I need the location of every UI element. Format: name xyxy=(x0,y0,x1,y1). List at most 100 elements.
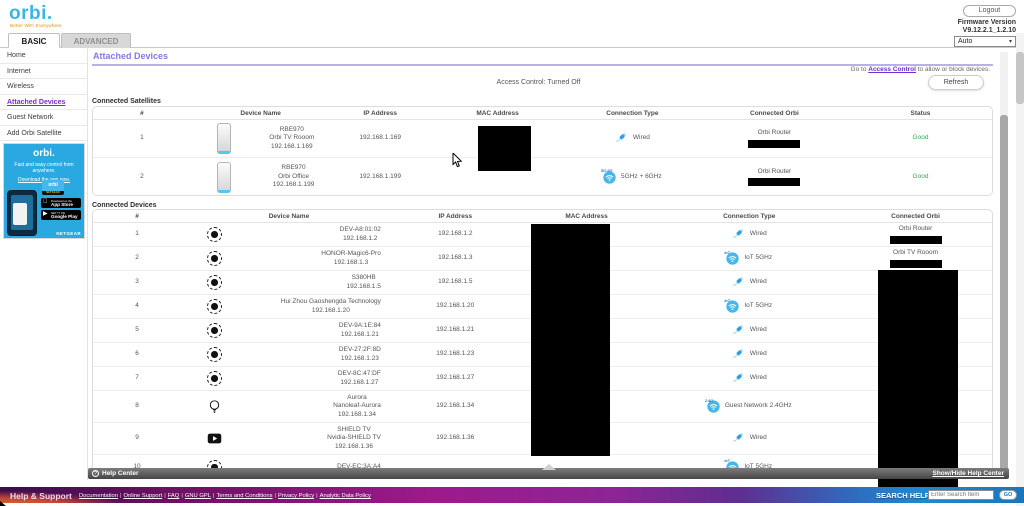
row-number: 1 xyxy=(93,230,181,239)
connection-type-cell: 5G-6G 5GHz + 6GHz xyxy=(565,171,700,184)
connection-type-label: Wired xyxy=(750,434,767,443)
footer-link[interactable]: Online Support xyxy=(124,493,163,499)
expand-arrow-icon[interactable] xyxy=(542,464,556,470)
media-player-icon xyxy=(207,431,222,446)
redaction-box xyxy=(878,270,958,495)
sidebar-item-home[interactable]: Home xyxy=(0,48,87,64)
ip-address: 192.168.1.169 xyxy=(330,134,430,143)
help-center-bar[interactable]: ? Help Center Show/Hide Help Center xyxy=(88,468,1009,479)
column-header: Device Name xyxy=(181,213,397,220)
sidebar: HomeInternetWirelessAttached DevicesGues… xyxy=(0,48,88,480)
device-name: DEV-A8:01:02192.168.1.2 xyxy=(340,226,381,243)
footer-link-divider: | xyxy=(164,493,166,499)
footer-link-divider: | xyxy=(275,493,277,499)
wired-icon xyxy=(732,372,745,385)
device-name: RBE970Orbi TV Rooom192.168.1.169 xyxy=(269,126,314,152)
table-row: 1 RBE970Orbi TV Rooom192.168.1.169 192.1… xyxy=(93,120,992,158)
footer-link[interactable]: GNU GPL xyxy=(185,493,211,499)
wired-icon xyxy=(732,348,745,361)
satellite-icon xyxy=(217,162,231,193)
access-control-status: Access Control: Turned Off xyxy=(88,79,989,86)
page-title: Attached Devices xyxy=(93,51,1000,61)
footer-link[interactable]: Documentation xyxy=(79,493,118,499)
sidebar-item-add-orbi-satellite[interactable]: Add Orbi Satellite xyxy=(0,126,87,142)
row-number: 4 xyxy=(93,302,181,311)
google-play-badge[interactable]: ▶ GET IT ON Google Play xyxy=(41,210,81,220)
page-scrollbar-thumb[interactable] xyxy=(1016,52,1024,104)
header: orbi. Better WiFi Everywhere Logout Firm… xyxy=(0,0,1024,33)
device-name: DEV-8C:47:DF192.168.1.27 xyxy=(338,370,381,387)
column-header: IP Address xyxy=(330,110,430,117)
device-name-cell: DEV-27:2F:8D192.168.1.23 xyxy=(181,343,397,366)
access-control-note: Go to Access Control to allow or block d… xyxy=(851,66,990,73)
wired-icon xyxy=(732,228,745,241)
phone-image xyxy=(7,190,37,236)
band-badge: 5G-6G xyxy=(601,167,612,176)
show-hide-help-link[interactable]: Show/Hide Help Center xyxy=(932,470,1004,477)
sidebar-item-attached-devices[interactable]: Attached Devices xyxy=(0,95,87,111)
connection-type-label: Wired xyxy=(750,278,767,287)
device-icon xyxy=(207,323,222,338)
row-number: 2 xyxy=(93,254,181,263)
band-badge: 2.4G xyxy=(705,397,713,406)
device-name: HONOR-Magic6-Pro192.168.1.3 xyxy=(321,250,381,267)
logout-button[interactable]: Logout xyxy=(963,5,1016,17)
satellites-table: #Device NameIP AddressMAC AddressConnect… xyxy=(92,106,993,196)
redaction-bar xyxy=(890,260,942,268)
device-name: S380HB192.168.1.5 xyxy=(347,274,381,291)
connection-type-cell: Wired xyxy=(659,348,839,361)
promo-orbi-logo: orbi. xyxy=(4,148,84,159)
connection-type-cell: Wired xyxy=(565,132,700,145)
ip-address: 192.168.1.21 xyxy=(397,326,514,335)
device-icon xyxy=(207,227,222,242)
bulb-icon xyxy=(207,399,222,414)
sidebar-nav: HomeInternetWirelessAttached DevicesGues… xyxy=(0,48,87,141)
wifi-icon: 2.4G xyxy=(707,400,720,413)
connected-orbi-cell: Orbi Router xyxy=(700,129,849,148)
netgear-brand: NETGEAR xyxy=(56,231,81,236)
access-control-link[interactable]: Access Control xyxy=(868,66,916,73)
footer-link-divider: | xyxy=(120,493,122,499)
footer-link[interactable]: Analytic Data Policy xyxy=(320,493,371,499)
footer-link[interactable]: Terms and Conditions xyxy=(216,493,272,499)
satellites-table-body: 1 RBE970Orbi TV Rooom192.168.1.169 192.1… xyxy=(93,120,992,196)
search-help-label: SEARCH HELP xyxy=(876,491,930,500)
app-store-badge[interactable]:  Download on the App Store xyxy=(41,198,81,208)
column-header: MAC Address xyxy=(514,213,660,220)
search-input[interactable] xyxy=(928,490,994,500)
connection-type-cell: Wired xyxy=(659,228,839,241)
tab-advanced[interactable]: ADVANCED xyxy=(61,33,131,48)
footer: Help & Support Documentation|Online Supp… xyxy=(0,487,1024,503)
footer-link[interactable]: Privacy Policy xyxy=(278,493,314,499)
column-header: IP Address xyxy=(397,213,514,220)
row-number: 7 xyxy=(93,374,181,383)
tab-basic[interactable]: BASIC xyxy=(8,33,60,48)
redaction-box xyxy=(531,224,610,456)
ip-address: 192.168.1.27 xyxy=(397,374,514,383)
row-number: 2 xyxy=(93,173,191,182)
ip-address: 192.168.1.2 xyxy=(397,230,514,239)
redaction-bar xyxy=(890,236,942,244)
footer-links: Documentation|Online Support|FAQ|GNU GPL… xyxy=(79,493,371,499)
apple-icon:  xyxy=(43,200,48,204)
column-header: # xyxy=(93,213,181,220)
connected-satellites-label: Connected Satellites xyxy=(92,98,161,105)
connection-type-label: Wired xyxy=(750,230,767,239)
column-header: Connected Orbi xyxy=(700,110,849,117)
sidebar-item-guest-network[interactable]: Guest Network xyxy=(0,110,87,126)
connection-type-cell: Wired xyxy=(659,432,839,445)
sidebar-item-wireless[interactable]: Wireless xyxy=(0,79,87,95)
help-icon: ? xyxy=(92,470,99,477)
connection-type-label: Wired xyxy=(750,326,767,335)
orbi-app-icon: orbi NETGEAR xyxy=(42,180,64,195)
footer-link[interactable]: FAQ xyxy=(168,493,180,499)
content-scrollbar-thumb[interactable] xyxy=(1000,115,1008,471)
go-button[interactable]: GO xyxy=(999,490,1017,500)
row-number: 8 xyxy=(93,402,181,411)
sidebar-item-internet[interactable]: Internet xyxy=(0,64,87,80)
connection-type-label: Guest Network 2.4GHz xyxy=(725,402,792,411)
device-icon xyxy=(207,251,222,266)
connection-type-cell: IoT IoT 5GHz xyxy=(659,300,839,313)
wifi-icon: 5G-6G xyxy=(603,171,616,184)
ip-address: 192.168.1.20 xyxy=(397,302,514,311)
